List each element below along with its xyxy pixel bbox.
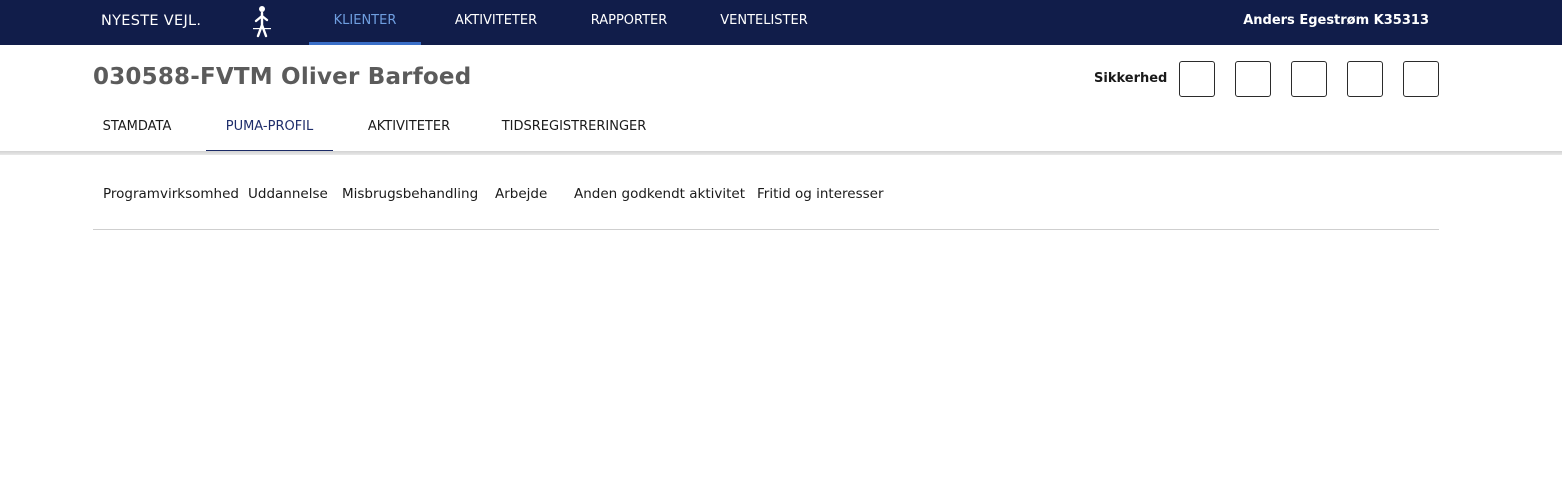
nav-brand-link[interactable]: NYESTE VEJL. bbox=[101, 0, 201, 45]
user-menu[interactable]: Anders Egestrøm K35313 bbox=[1243, 0, 1429, 45]
subtab-arbejde[interactable]: Arbejde bbox=[495, 186, 547, 202]
subtab-programvirksomhed[interactable]: Programvirksomhed bbox=[103, 186, 239, 202]
client-header: 030588-FVTM Oliver Barfoed Sikkerhed STA… bbox=[0, 45, 1562, 154]
walking-figure-icon[interactable] bbox=[250, 5, 274, 38]
content-divider bbox=[93, 229, 1439, 230]
subtab-misbrugsbehandling[interactable]: Misbrugsbehandling bbox=[342, 186, 478, 202]
subtab-uddannelse[interactable]: Uddannelse bbox=[248, 186, 328, 202]
subtab-anden-godkendt-aktivitet[interactable]: Anden godkendt aktivitet bbox=[574, 186, 745, 202]
tab-aktiviteter[interactable]: AKTIVITETER bbox=[355, 108, 463, 153]
header-divider bbox=[0, 151, 1562, 155]
tab-tidsregistreringer[interactable]: TIDSREGISTRERINGER bbox=[490, 108, 658, 153]
nav-item-aktiviteter[interactable]: AKTIVITETER bbox=[440, 0, 552, 45]
subtab-fritid-og-interesser[interactable]: Fritid og interesser bbox=[757, 186, 884, 202]
security-box-1[interactable] bbox=[1179, 61, 1215, 97]
security-box-4[interactable] bbox=[1347, 61, 1383, 97]
top-navigation-bar: NYESTE VEJL. KLIENTER AKTIVITETER RAPPOR… bbox=[0, 0, 1562, 45]
security-box-3[interactable] bbox=[1291, 61, 1327, 97]
tab-stamdata[interactable]: STAMDATA bbox=[93, 108, 181, 153]
nav-item-ventelister[interactable]: VENTELISTER bbox=[708, 0, 820, 45]
security-box-2[interactable] bbox=[1235, 61, 1271, 97]
security-box-5[interactable] bbox=[1403, 61, 1439, 97]
nav-item-rapporter[interactable]: RAPPORTER bbox=[573, 0, 685, 45]
tab-puma-profil[interactable]: PUMA-PROFIL bbox=[206, 108, 333, 153]
client-title: 030588-FVTM Oliver Barfoed bbox=[93, 64, 472, 90]
nav-item-klienter[interactable]: KLIENTER bbox=[309, 0, 421, 45]
security-label: Sikkerhed bbox=[1094, 71, 1168, 86]
